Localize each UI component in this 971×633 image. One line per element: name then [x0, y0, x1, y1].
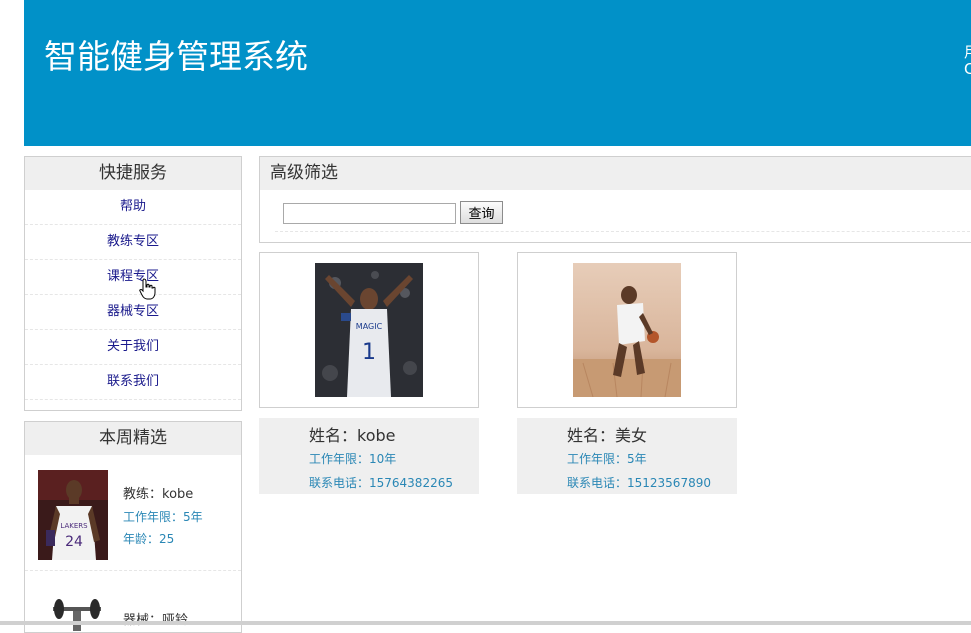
weekly-pick-equipment-name: 器械：哑铃	[123, 609, 188, 628]
coach-card-kobe[interactable]: MAGIC 1	[259, 252, 479, 408]
coach-kobe-years: 工作年限：10年	[309, 452, 397, 466]
quick-item-equipment: 器械专区	[25, 295, 241, 330]
quick-service-list: 帮助 教练专区 课程专区 器械专区 关于我们 联系我们	[25, 190, 241, 400]
quick-item-help: 帮助	[25, 190, 241, 225]
coach-meinv-name: 姓名：美女	[567, 426, 648, 445]
header-user-line1: 用	[964, 44, 971, 61]
page-header: 智能健身管理系统 用 C	[24, 0, 971, 146]
advanced-filter-panel: 高级筛选 查询	[259, 156, 971, 243]
quick-item-course: 课程专区	[25, 260, 241, 295]
svg-text:LAKERS: LAKERS	[60, 522, 88, 530]
filter-search-input[interactable]	[283, 203, 456, 224]
window-bottom-edge	[0, 621, 971, 625]
weekly-pick-coach-years: 工作年限：5年	[123, 510, 203, 524]
header-user-line2: C	[964, 60, 971, 78]
contact-us-link[interactable]: 联系我们	[107, 374, 159, 389]
coach-kobe-phone: 联系电话：15764382265	[309, 476, 453, 490]
coach-meinv-phone: 联系电话：15123567890	[567, 476, 711, 490]
weekly-pick-coach-info: 教练：kobe 工作年限：5年 年龄：25	[123, 484, 203, 550]
weekly-picks-title: 本周精选	[25, 422, 241, 455]
coach-kobe-photo[interactable]: MAGIC 1	[315, 263, 423, 397]
coach-zone-link[interactable]: 教练专区	[107, 234, 159, 249]
weekly-pick-coach[interactable]: LAKERS 24 教练：kobe 工作年限：5年 年龄：25	[25, 455, 241, 571]
site-title: 智能健身管理系统	[44, 37, 308, 76]
weekly-pick-coach-age: 年龄：25	[123, 532, 175, 546]
svg-text:MAGIC: MAGIC	[356, 322, 383, 331]
equipment-zone-link[interactable]: 器械专区	[107, 304, 159, 319]
query-button[interactable]: 查询	[460, 201, 503, 224]
weekly-pick-coach-name: 教练：kobe	[123, 487, 194, 502]
header-user-info: 用 C	[964, 44, 971, 78]
coach-card-meinv-info: 姓名：美女 工作年限：5年 联系电话：15123567890	[517, 418, 737, 494]
quick-item-contact: 联系我们	[25, 365, 241, 400]
weekly-picks-panel: 本周精选 LAKERS 24 教练：kobe 工作年限：5年 年龄：25	[24, 421, 242, 633]
coach-meinv-years: 工作年限：5年	[567, 452, 647, 466]
quick-service-title: 快捷服务	[25, 157, 241, 190]
about-us-link[interactable]: 关于我们	[107, 339, 159, 354]
help-link[interactable]: 帮助	[120, 199, 146, 214]
svg-text:1: 1	[362, 340, 376, 365]
filter-row: 查询	[275, 201, 971, 232]
svg-text:24: 24	[65, 534, 83, 550]
coach-meinv-photo[interactable]	[573, 263, 681, 397]
quick-item-coach: 教练专区	[25, 225, 241, 260]
coach-kobe-name: 姓名：kobe	[309, 426, 396, 445]
coach-card-kobe-info: 姓名：kobe 工作年限：10年 联系电话：15764382265	[259, 418, 479, 494]
advanced-filter-title: 高级筛选	[260, 157, 971, 190]
hand-cursor-icon	[139, 278, 157, 300]
coach-card-meinv[interactable]	[517, 252, 737, 408]
coach-kobe-thumbnail[interactable]: LAKERS 24	[38, 470, 108, 560]
quick-item-about: 关于我们	[25, 330, 241, 365]
dumbbell-thumbnail[interactable]	[47, 591, 107, 631]
quick-service-panel: 快捷服务 帮助 教练专区 课程专区 器械专区 关于我们 联系我们	[24, 156, 242, 411]
